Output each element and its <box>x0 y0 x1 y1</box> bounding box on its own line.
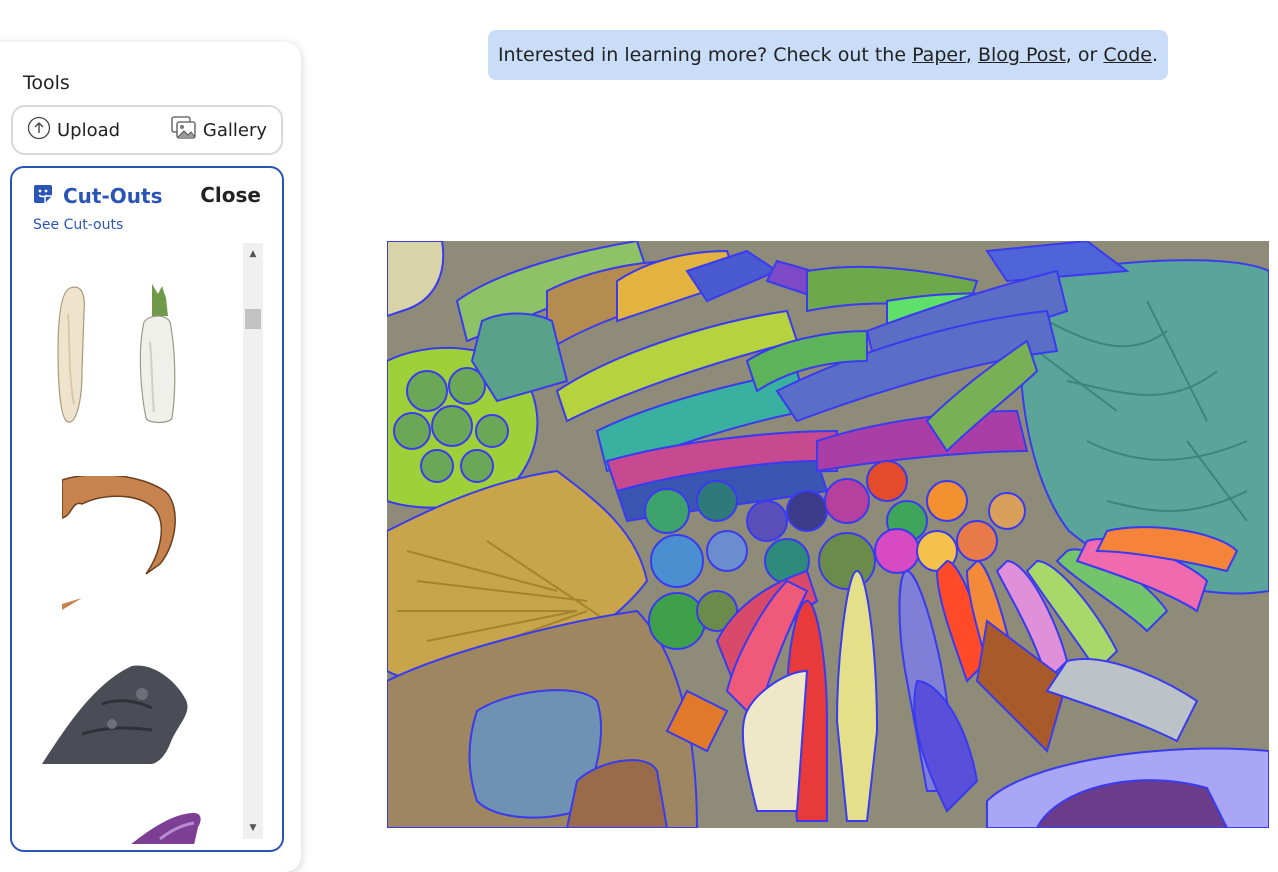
cutouts-sticker-icon <box>31 182 55 210</box>
cutouts-scrollbar[interactable]: ▲ ▼ <box>243 243 263 839</box>
learn-more-banner: Interested in learning more? Check out t… <box>488 30 1168 80</box>
cutout-eggplant[interactable] <box>130 809 202 844</box>
cutouts-list <box>12 244 242 844</box>
tools-sidebar: Tools Upload Gallery Cut-Outs Close See … <box>0 42 301 872</box>
blog-post-link[interactable]: Blog Post <box>978 44 1066 66</box>
segmented-image-canvas[interactable] <box>387 241 1269 828</box>
upload-button[interactable]: Upload <box>27 107 120 153</box>
close-cutouts-button[interactable]: Close <box>200 183 261 207</box>
banner-sep-2: , or <box>1065 44 1104 66</box>
see-cutouts-link[interactable]: See Cut-outs <box>33 217 123 233</box>
scroll-up-arrow-icon[interactable]: ▲ <box>243 245 263 263</box>
code-link[interactable]: Code <box>1103 44 1152 66</box>
tools-row: Upload Gallery <box>11 105 283 155</box>
cutout-dark-vegetable[interactable] <box>42 664 202 764</box>
cutouts-title: Cut-Outs <box>63 184 163 208</box>
banner-sep-1: , <box>965 44 978 66</box>
upload-icon <box>27 116 57 145</box>
cutout-pot-rim[interactable] <box>62 476 192 614</box>
tools-title: Tools <box>23 72 70 94</box>
cutouts-panel: Cut-Outs Close See Cut-outs ▲ ▼ <box>10 166 284 852</box>
banner-suffix: . <box>1152 44 1159 66</box>
scroll-thumb[interactable] <box>245 309 261 329</box>
cutout-radish-1[interactable] <box>54 284 94 426</box>
gallery-button[interactable]: Gallery <box>171 107 267 153</box>
gallery-icon <box>171 115 203 145</box>
gallery-label: Gallery <box>202 119 267 141</box>
upload-label: Upload <box>57 119 121 141</box>
banner-text: Interested in learning more? Check out t… <box>497 44 913 66</box>
cutouts-header: Cut-Outs <box>31 182 162 210</box>
scroll-down-arrow-icon[interactable]: ▼ <box>243 819 263 837</box>
paper-link[interactable]: Paper <box>912 44 966 66</box>
